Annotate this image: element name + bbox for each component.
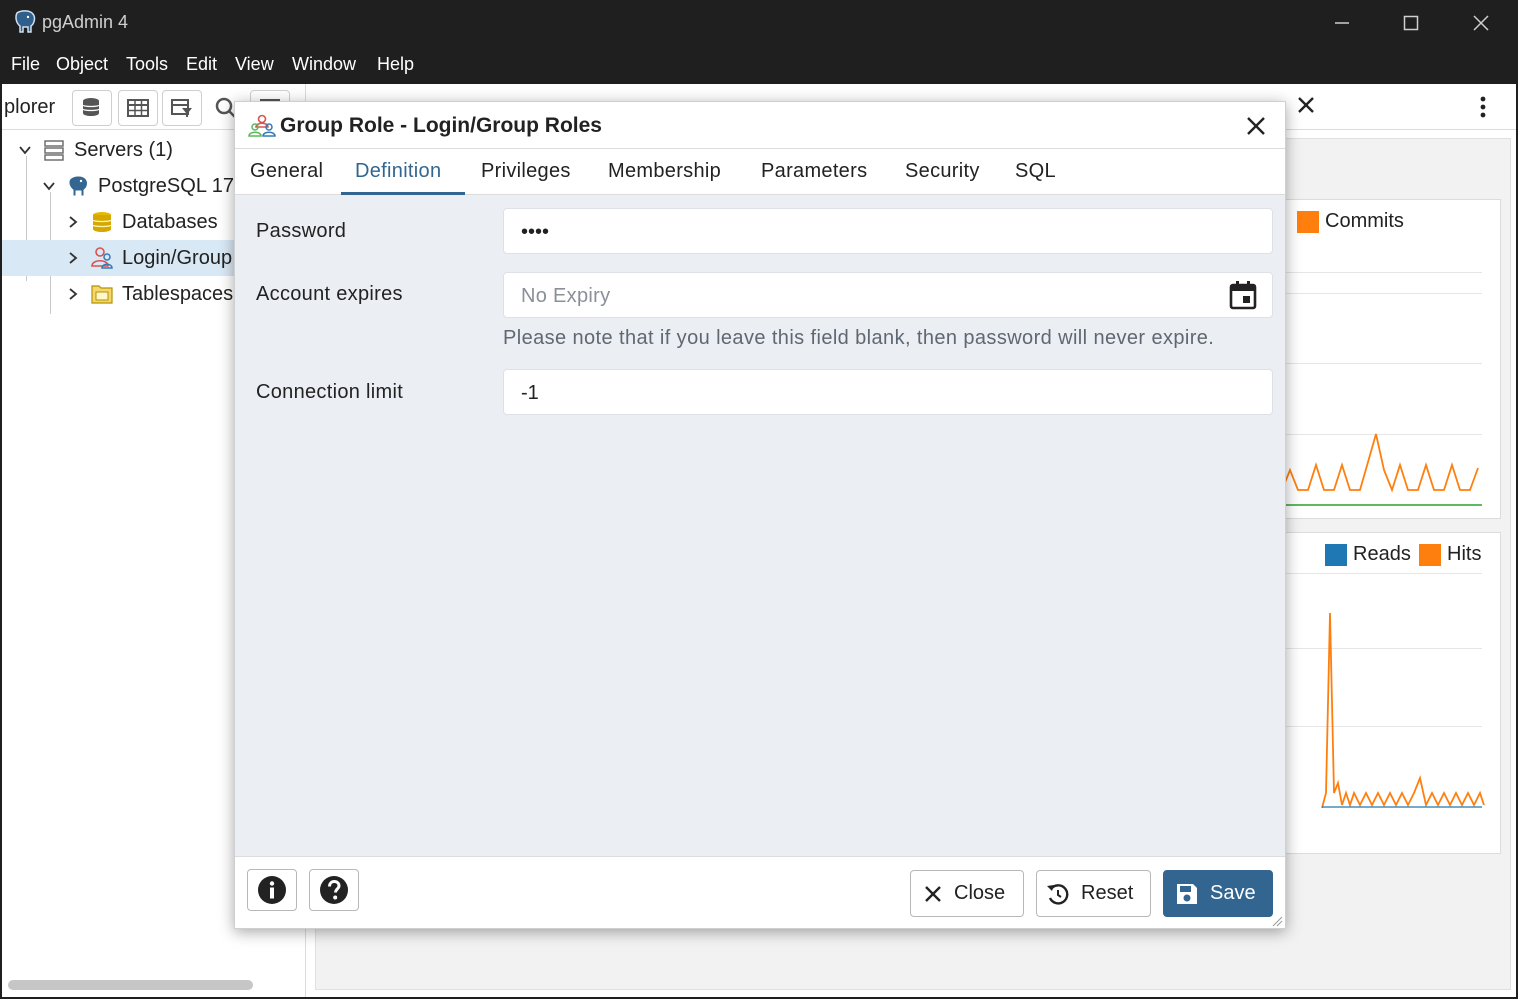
dialog-body: Password •••• Account expires No Expiry … [235,195,1285,856]
servers-icon [44,140,64,161]
legend-swatch-reads [1325,544,1347,566]
grid-line [1282,272,1482,273]
menu-bar: File Object Tools Edit View Window Help [0,46,1518,84]
view-data-button[interactable] [118,90,158,126]
postgres-elephant-icon [68,175,88,197]
maximize-button[interactable] [1391,6,1431,40]
connection-limit-value: -1 [521,382,539,404]
help-button[interactable] [309,869,359,911]
explorer-title: plorer [4,96,56,118]
close-button-label: Close [954,882,1006,904]
close-icon [1473,15,1489,31]
account-expires-field[interactable]: No Expiry [503,272,1273,318]
chevron-down-icon[interactable] [18,143,32,157]
horizontal-scrollbar[interactable] [8,980,253,990]
connection-limit-field[interactable]: -1 [503,369,1273,415]
group-roles-icon [248,114,276,137]
window-close-button[interactable] [1461,6,1501,40]
tree-label-tablespaces: Tablespaces [122,283,234,305]
menu-view[interactable]: View [235,54,274,75]
info-icon [258,876,286,904]
account-expires-help: Please note that if you leave this field… [503,327,1215,349]
tab-definition[interactable]: Definition [355,160,441,183]
tree-label-servers: Servers (1) [74,139,173,161]
tablespaces-icon [91,285,113,304]
databases-icon [92,212,112,232]
password-value: •••• [521,221,550,243]
menu-edit[interactable]: Edit [186,54,217,75]
tree-label-databases: Databases [122,211,218,233]
chevron-down-icon[interactable] [42,179,56,193]
legend-swatch-hits [1419,544,1441,566]
legend-label-commits: Commits [1325,210,1404,232]
connection-limit-label: Connection limit [256,381,404,403]
more-options-icon[interactable] [1477,94,1489,120]
menu-file[interactable]: File [11,54,40,75]
pgadmin-elephant-icon [15,10,36,33]
legend-label-reads: Reads [1353,543,1411,565]
chevron-right-icon[interactable] [66,215,80,229]
menu-object[interactable]: Object [56,54,108,75]
table-filter-icon [171,99,192,117]
account-expires-placeholder: No Expiry [521,285,611,307]
password-field[interactable]: •••• [503,208,1273,254]
chevron-right-icon[interactable] [66,287,80,301]
group-role-dialog: Group Role - Login/Group Roles General D… [234,101,1286,929]
grid-line [1282,363,1482,364]
save-floppy-icon [1177,884,1197,904]
dialog-tab-bar: General Definition Privileges Membership… [235,149,1285,195]
reset-icon [1047,884,1069,905]
legend-swatch-commits [1297,211,1319,233]
minimize-icon [1335,22,1349,24]
filtered-rows-button[interactable] [162,90,202,126]
block-io-line-chart [1321,612,1485,809]
table-grid-icon [127,99,149,117]
tab-parameters[interactable]: Parameters [761,160,867,183]
close-tab-icon[interactable] [1295,94,1317,116]
minimize-button[interactable] [1322,6,1362,40]
account-expires-label: Account expires [256,283,403,305]
tab-privileges[interactable]: Privileges [481,160,571,183]
dialog-header: Group Role - Login/Group Roles [235,102,1285,149]
dialog-close-icon[interactable] [1243,113,1269,139]
tab-membership[interactable]: Membership [608,160,721,183]
database-query-icon [82,98,100,116]
close-button[interactable]: Close [910,870,1024,917]
menu-tools[interactable]: Tools [126,54,168,75]
resize-grip-icon[interactable] [1271,915,1283,927]
app-title: pgAdmin 4 [42,12,129,32]
query-tool-button[interactable] [72,90,112,126]
grid-line [1282,573,1482,574]
dialog-title: Group Role - Login/Group Roles [280,114,602,137]
save-button[interactable]: Save [1163,870,1273,917]
tree-label-login-group: Login/Group [122,247,233,269]
maximize-icon [1403,15,1419,31]
save-button-label: Save [1210,882,1256,904]
dialog-footer: Close Reset Save [235,856,1285,928]
menu-window[interactable]: Window [292,54,356,75]
help-question-icon [320,876,348,904]
tab-security[interactable]: Security [905,160,980,183]
calendar-icon[interactable] [1228,280,1258,310]
transactions-line-chart [1282,433,1482,506]
reset-button[interactable]: Reset [1036,870,1151,917]
close-icon [925,886,941,902]
legend-label-hits: Hits [1447,543,1482,565]
menu-help[interactable]: Help [377,54,414,75]
reset-button-label: Reset [1081,882,1134,904]
login-group-roles-icon [91,247,113,269]
info-button[interactable] [247,869,297,911]
tab-general[interactable]: General [250,160,323,183]
chevron-right-icon[interactable] [66,251,80,265]
grid-line [1282,293,1482,294]
tree-label-postgresql: PostgreSQL 17 [98,175,235,197]
tab-sql[interactable]: SQL [1015,160,1056,183]
window-titlebar: pgAdmin 4 [0,0,1518,46]
password-label: Password [256,220,347,242]
